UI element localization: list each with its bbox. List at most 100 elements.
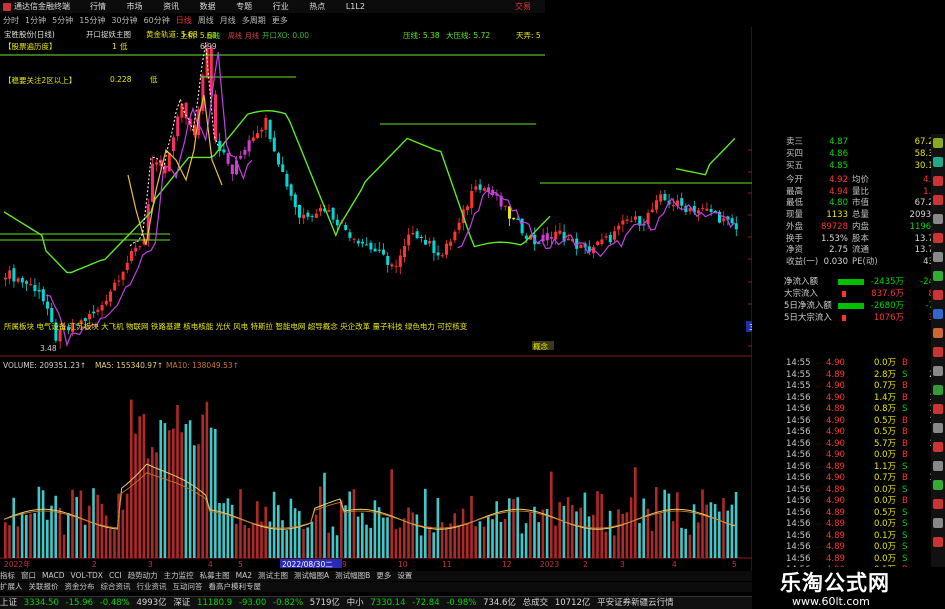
volume-bar <box>621 513 624 558</box>
sh-amount: 4993亿 <box>136 598 167 608</box>
candle-body <box>722 218 726 222</box>
toolbar-icon[interactable] <box>933 233 943 243</box>
volume-bar <box>470 495 473 558</box>
indicator-tab-7[interactable]: 私募主图 <box>200 571 230 580</box>
volume-bar <box>617 509 620 558</box>
volume-bar <box>197 444 200 558</box>
volume-bar <box>638 523 641 558</box>
ask-price: 4.86 <box>829 149 848 159</box>
info-tab-6[interactable]: 看高户模利专屋 <box>209 582 262 591</box>
candle-body <box>386 255 390 265</box>
volume-bar <box>407 507 410 558</box>
volume-bar <box>377 507 381 558</box>
tick-side: S <box>902 507 908 518</box>
candle-body <box>134 247 138 252</box>
stat-label-2: PE(动) <box>852 256 878 267</box>
indicator-tab-4[interactable]: CCI <box>109 571 122 580</box>
volume-bar <box>537 522 540 558</box>
indicator-tab-6[interactable]: 主力监控 <box>164 571 194 580</box>
volume-bar <box>382 517 385 558</box>
info-tab-5[interactable]: 互动问答 <box>173 582 203 591</box>
toolbar-icon[interactable] <box>933 461 943 471</box>
indicator-tab-10[interactable]: 测试幅图A <box>294 571 329 580</box>
tick-time: 14:56 <box>786 450 811 460</box>
candle-body <box>96 309 100 312</box>
stat-label-2: 内盘 <box>852 221 870 232</box>
big-pressure-label: 大压线: 5.72 <box>446 30 490 40</box>
volume-bar <box>222 503 225 558</box>
info-tab-3[interactable]: 综合资讯 <box>101 582 131 591</box>
indicator-tab-5[interactable]: 趋势动力 <box>128 571 158 580</box>
indicator-tab-12[interactable]: 更多 <box>376 571 391 580</box>
volume-bar <box>726 510 729 558</box>
kline-chart[interactable]: 5.755.505.255.004.754.504.254.003.753.50… <box>0 0 752 571</box>
stat-label: 外盘 <box>786 221 804 232</box>
indicator-tab-1[interactable]: 窗口 <box>21 571 36 580</box>
tick-volume: 0.5万 <box>873 507 896 518</box>
quote-panel: 卖三 4.87 67.2万 买四 4.86 58.3万 买五 4.85 30.1万 今开 4.92 均… <box>752 136 945 575</box>
candle-body <box>172 137 175 152</box>
volume-bar <box>113 529 116 558</box>
toolbar-icon[interactable] <box>933 537 943 547</box>
indicator-tab-2[interactable]: MACD <box>42 571 64 580</box>
toolbar-icon[interactable] <box>933 290 943 300</box>
toolbar-icon[interactable] <box>933 423 943 433</box>
candle-body <box>88 313 91 320</box>
flow-label: 大宗流入 <box>784 289 819 299</box>
toolbar-icon[interactable] <box>933 442 943 452</box>
toolbar-icon[interactable] <box>933 499 943 509</box>
stat-value: 4.80 <box>829 198 848 209</box>
volume-bar <box>58 507 62 558</box>
annotation-1-value: 1 <box>112 42 117 51</box>
toolbar-icon[interactable] <box>933 404 943 414</box>
volume-bar <box>499 521 503 558</box>
toolbar-icon[interactable] <box>933 176 943 186</box>
indicator-tab-8[interactable]: MA2 <box>236 571 252 580</box>
toolbar-icon[interactable] <box>933 480 943 490</box>
toolbar-icon[interactable] <box>933 157 943 167</box>
toolbar-icon[interactable] <box>933 366 943 376</box>
candle-body <box>411 232 415 235</box>
high-price-label: 6.99 <box>200 42 217 51</box>
indicator-tab-13[interactable]: 设置 <box>397 571 412 580</box>
volume-ma5-label: MA5: 155340.97↑ <box>95 361 163 370</box>
tick-time: 14:56 <box>786 507 811 518</box>
tick-volume: 0.7万 <box>873 381 896 391</box>
toolbar-icon[interactable] <box>933 385 943 395</box>
indicator-tab-9[interactable]: 测试主图 <box>258 571 288 580</box>
toolbar-icon[interactable] <box>933 328 943 338</box>
info-tab-4[interactable]: 行业资讯 <box>137 582 167 591</box>
watermark-url: www.60lt.com <box>792 595 870 608</box>
toolbar-icon[interactable] <box>933 195 943 205</box>
info-tab-0[interactable]: 扩展人 <box>0 582 23 591</box>
date-tick-label: 12 <box>502 560 512 569</box>
candle-body <box>314 213 318 218</box>
volume-bar <box>138 416 141 558</box>
toolbar-icon[interactable] <box>933 309 943 319</box>
volume-bar <box>722 498 725 558</box>
info-tab-2[interactable]: 资金分布 <box>65 582 95 591</box>
flow-value: -2435万 <box>870 277 904 287</box>
date-tick-label: 9 <box>342 560 347 569</box>
indicator-tab-11[interactable]: 测试幅图B <box>335 571 370 580</box>
toolbar-icon[interactable] <box>933 138 943 148</box>
info-tab-1[interactable]: 关联报价 <box>29 582 59 591</box>
tick-time: 14:56 <box>786 438 811 449</box>
toolbar-icon[interactable] <box>933 347 943 357</box>
tick-time: 14:56 <box>786 519 811 529</box>
volume-bar <box>205 401 209 558</box>
volume-bar <box>125 493 129 558</box>
volume-bar <box>12 497 15 558</box>
toolbar-icon[interactable] <box>933 252 943 262</box>
toolbar-icon[interactable] <box>933 518 943 528</box>
tick-price: 4.89 <box>826 461 845 472</box>
toolbar-icon[interactable] <box>933 214 943 224</box>
candle-body <box>113 282 117 291</box>
toolbar-icon[interactable] <box>933 271 943 281</box>
right-toolbar <box>931 134 945 567</box>
indicator-tab-3[interactable]: VOL-TDX <box>70 571 102 580</box>
indicator-tab-0[interactable]: 指标 <box>0 571 15 580</box>
candle-body <box>663 193 667 201</box>
volume-bar <box>335 535 339 558</box>
news-ticker[interactable]: 平安证券新疆云行情 <box>597 598 674 608</box>
